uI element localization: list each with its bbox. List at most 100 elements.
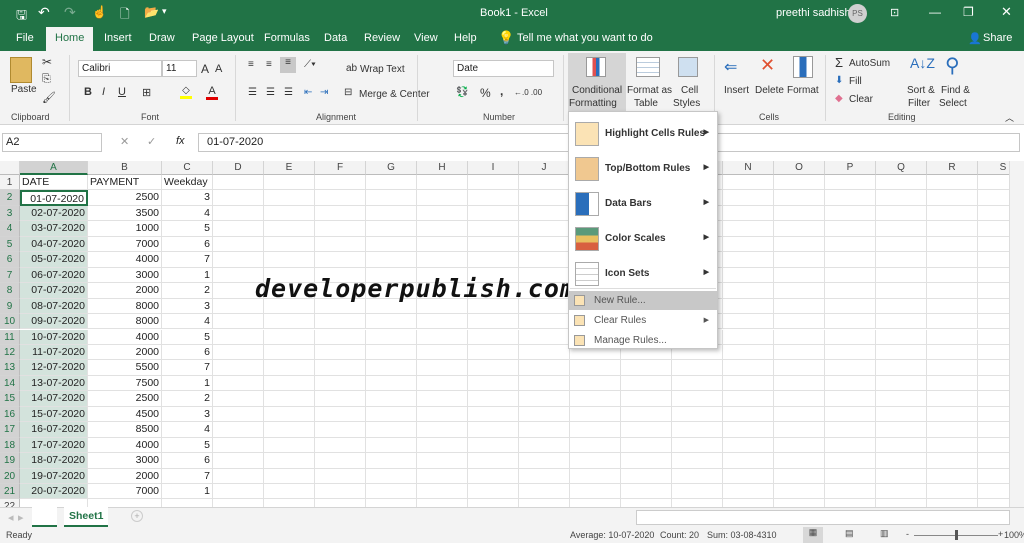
cell-K22[interactable] (570, 499, 621, 507)
zoom-out-icon[interactable]: - (906, 529, 909, 539)
cell-J15[interactable] (519, 391, 570, 407)
row-header[interactable]: 16 (0, 406, 20, 423)
cell-P19[interactable] (825, 453, 876, 469)
cell-N3[interactable] (723, 205, 774, 222)
cell-P1[interactable] (825, 175, 876, 191)
cell-F3[interactable] (315, 205, 366, 222)
cell-K13[interactable] (570, 360, 621, 376)
cell-C7[interactable]: 1 (162, 267, 213, 284)
cell-B16[interactable]: 4500 (88, 406, 162, 423)
cell-I12[interactable] (468, 344, 519, 361)
cell-N16[interactable] (723, 406, 774, 423)
cell-A21[interactable]: 20-07-2020 (20, 484, 88, 500)
cell-I16[interactable] (468, 406, 519, 423)
cell-S20[interactable] (978, 469, 1009, 484)
cell-H21[interactable] (417, 484, 468, 500)
menu-item-manage-rules[interactable]: Manage Rules... (569, 331, 717, 350)
cell-Q11[interactable] (876, 329, 927, 345)
cell-N22[interactable] (723, 499, 774, 507)
cell-E21[interactable] (264, 484, 315, 500)
cell-D15[interactable] (213, 391, 264, 407)
cell-N18[interactable] (723, 437, 774, 454)
cell-R22[interactable] (927, 499, 978, 507)
horizontal-scrollbar[interactable] (636, 510, 1010, 525)
tab-help[interactable]: Help (454, 32, 477, 44)
cell-O14[interactable] (774, 375, 825, 392)
tab-view[interactable]: View (414, 32, 438, 44)
cell-H17[interactable] (417, 422, 468, 438)
cell-I18[interactable] (468, 437, 519, 454)
cell-R13[interactable] (927, 360, 978, 376)
format-cells-button[interactable]: Format (787, 85, 819, 96)
menu-item-highlight-cells-rules[interactable]: Highlight Cells Rules ▶ (569, 119, 717, 149)
cell-O7[interactable] (774, 267, 825, 284)
column-header-G[interactable]: G (366, 161, 417, 175)
cell-I11[interactable] (468, 329, 519, 345)
cell-N8[interactable] (723, 283, 774, 299)
column-header-P[interactable]: P (825, 161, 876, 175)
cell-O21[interactable] (774, 484, 825, 500)
menu-item-data-bars[interactable]: Data Bars ▶ (569, 189, 717, 219)
page-break-view-icon[interactable]: ▥ (880, 528, 889, 539)
column-header-O[interactable]: O (774, 161, 825, 175)
cell-H12[interactable] (417, 344, 468, 361)
cell-K15[interactable] (570, 391, 621, 407)
row-header[interactable]: 17 (0, 422, 20, 438)
cell-J14[interactable] (519, 375, 570, 392)
cell-J19[interactable] (519, 453, 570, 469)
cell-D17[interactable] (213, 422, 264, 438)
conditional-formatting-button[interactable]: Conditional Formatting (568, 53, 626, 111)
insert-function-button[interactable]: fx (176, 135, 185, 147)
cell-S10[interactable] (978, 314, 1009, 330)
cell-A6[interactable]: 05-07-2020 (20, 252, 88, 268)
cell-G5[interactable] (366, 236, 417, 253)
cell-C21[interactable]: 1 (162, 484, 213, 500)
cell-N11[interactable] (723, 329, 774, 345)
cell-K21[interactable] (570, 484, 621, 500)
cell-O1[interactable] (774, 175, 825, 191)
spreadsheet-grid[interactable]: ABCDEFGHIJKLMNOPQRS1DATEPAYMENTWeekday20… (0, 161, 1009, 507)
cell-O17[interactable] (774, 422, 825, 438)
cell-B15[interactable]: 2500 (88, 391, 162, 407)
cell-F4[interactable] (315, 221, 366, 237)
cell-O2[interactable] (774, 190, 825, 206)
cell-H15[interactable] (417, 391, 468, 407)
open-folder-icon[interactable]: 📂 (144, 5, 159, 19)
cell-F17[interactable] (315, 422, 366, 438)
cell-S14[interactable] (978, 376, 1009, 392)
tab-review[interactable]: Review (364, 32, 400, 44)
cell-D2[interactable] (213, 190, 264, 206)
cell-D16[interactable] (213, 406, 264, 423)
share-button[interactable]: Share (983, 32, 1012, 44)
cell-L16[interactable] (621, 406, 672, 423)
save-icon[interactable]: 🖫 (16, 6, 27, 28)
cell-D10[interactable] (213, 314, 264, 330)
cell-O3[interactable] (774, 205, 825, 222)
cell-Q17[interactable] (876, 422, 927, 438)
cell-P5[interactable] (825, 236, 876, 253)
cell-Q6[interactable] (876, 252, 927, 268)
cell-R17[interactable] (927, 422, 978, 438)
cell-K14[interactable] (570, 375, 621, 392)
column-header-Q[interactable]: Q (876, 161, 927, 175)
cell-A12[interactable]: 11-07-2020 (20, 344, 88, 361)
decrease-font-icon[interactable]: A (215, 63, 222, 75)
cell-A13[interactable]: 12-07-2020 (20, 360, 88, 376)
cell-R3[interactable] (927, 205, 978, 222)
cell-J6[interactable] (519, 252, 570, 268)
cell-A7[interactable]: 06-07-2020 (20, 267, 88, 284)
row-header[interactable]: 13 (0, 360, 20, 376)
page-layout-view-icon[interactable]: ▤ (845, 528, 854, 539)
avatar[interactable]: PS (848, 4, 867, 23)
merge-icon[interactable]: ⊟ (344, 87, 352, 98)
cell-F22[interactable] (315, 499, 366, 507)
row-header[interactable]: 10 (0, 314, 20, 330)
cell-I10[interactable] (468, 314, 519, 330)
clear-button[interactable]: Clear (849, 94, 873, 105)
cell-G13[interactable] (366, 360, 417, 376)
cell-S7[interactable] (978, 268, 1009, 284)
cell-N10[interactable] (723, 314, 774, 330)
cell-P2[interactable] (825, 190, 876, 206)
cell-A15[interactable]: 14-07-2020 (20, 391, 88, 407)
cell-K20[interactable] (570, 468, 621, 484)
